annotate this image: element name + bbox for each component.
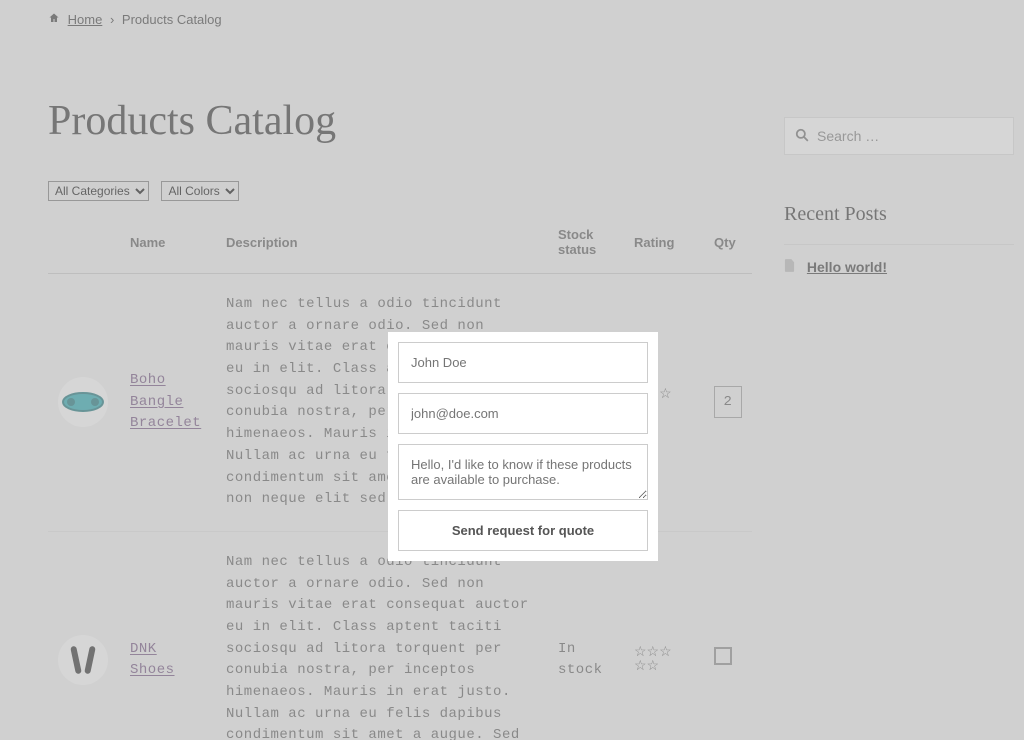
quote-name-input[interactable] [398, 342, 648, 383]
quote-message-input[interactable] [398, 444, 648, 500]
quote-request-modal: Send request for quote [388, 332, 658, 561]
quote-email-input[interactable] [398, 393, 648, 434]
quote-submit-button[interactable]: Send request for quote [398, 510, 648, 551]
